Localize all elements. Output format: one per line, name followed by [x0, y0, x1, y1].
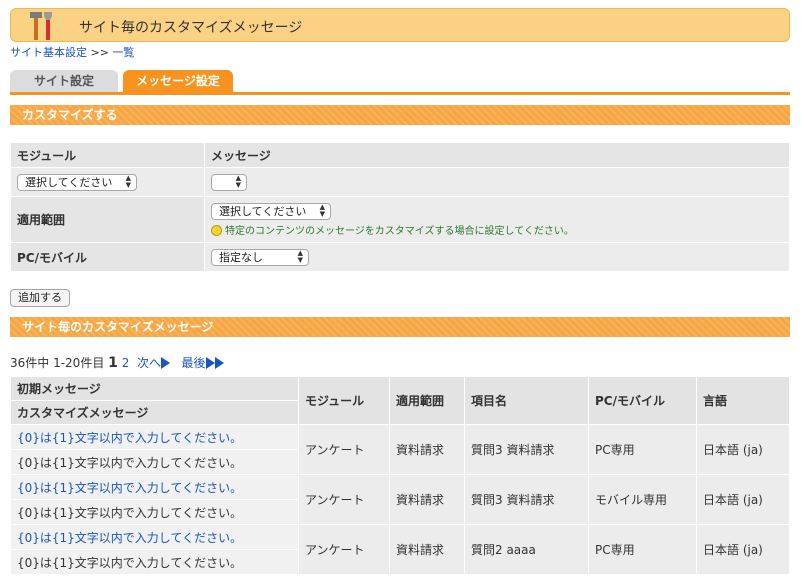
next-arrow-icon: [161, 357, 171, 369]
language-cell: 日本語 (ja): [696, 524, 790, 575]
table-row: {0}は{1}文字以内で入力してください。 アンケート 資料請求 質問2 aaa…: [10, 524, 790, 575]
col-item-name: 項目名: [464, 376, 589, 425]
language-cell: 日本語 (ja): [696, 424, 790, 475]
item-cell: 質問3 資料請求: [464, 474, 589, 525]
col-language: 言語: [696, 376, 790, 425]
select-arrows-icon: ▲ ▼: [297, 248, 303, 264]
module-label: モジュール: [10, 142, 205, 168]
initial-message-link[interactable]: {0}は{1}文字以内で入力してください。: [17, 531, 242, 545]
custom-message-cell: {0}は{1}文字以内で入力してください。: [10, 549, 299, 575]
item-cell: 質問2 aaaa: [464, 524, 589, 575]
table-row: {0}は{1}文字以内で入力してください。 アンケート 資料請求 質問3 資料請…: [10, 424, 790, 475]
customize-form: モジュール メッセージ 選択してください ▲ ▼ ▲ ▼ 適用範囲 選択してください…: [10, 142, 790, 272]
col-initial-message: 初期メッセージ: [10, 376, 299, 401]
language-cell: 日本語 (ja): [696, 474, 790, 525]
scope-cell: 資料請求: [389, 474, 465, 525]
last-arrow-icon: [205, 357, 215, 369]
breadcrumb-separator: >>: [90, 46, 109, 59]
custom-message-cell: {0}は{1}文字以内で入力してください。: [10, 449, 299, 475]
list-section-header: サイト毎のカスタマイズメッセージ: [10, 317, 790, 337]
select-arrows-icon: ▲ ▼: [235, 173, 241, 189]
custom-message-cell: {0}は{1}文字以内で入力してください。: [10, 499, 299, 525]
breadcrumb-site-settings[interactable]: サイト基本設定: [10, 46, 87, 59]
col-device: PC/モバイル: [588, 376, 697, 425]
page-header: サイト毎のカスタマイズメッセージ: [10, 8, 790, 42]
col-scope: 適用範囲: [389, 376, 465, 425]
last-arrow-icon: [214, 357, 224, 369]
module-select[interactable]: 選択してください ▲ ▼: [17, 173, 137, 191]
pager-next[interactable]: 次へ: [137, 356, 171, 370]
item-cell: 質問3 資料請求: [464, 424, 589, 475]
tab-message-settings[interactable]: メッセージ設定: [123, 70, 233, 92]
pager-last[interactable]: 最後: [181, 356, 224, 370]
device-cell: PC専用: [588, 424, 697, 475]
module-cell: アンケート: [298, 524, 390, 575]
scope-cell: 資料請求: [389, 524, 465, 575]
pager-page-2[interactable]: 2: [122, 356, 130, 370]
scope-hint: 特定のコンテンツのメッセージをカスタマイズする場合に設定してください。: [211, 222, 783, 237]
tab-site-settings[interactable]: サイト設定: [10, 70, 118, 92]
add-button[interactable]: 追加する: [10, 289, 70, 307]
lightbulb-icon: [211, 224, 222, 236]
device-cell: モバイル専用: [588, 474, 697, 525]
device-select[interactable]: 指定なし ▲ ▼: [211, 248, 309, 266]
customize-section-header: カスタマイズする: [10, 105, 790, 125]
breadcrumb-list[interactable]: 一覧: [112, 46, 134, 59]
pager-current-page: 1: [108, 355, 118, 371]
breadcrumb: サイト基本設定 >> 一覧: [10, 44, 134, 60]
message-label: メッセージ: [204, 142, 790, 168]
page-title: サイト毎のカスタマイズメッセージ: [79, 20, 303, 36]
initial-message-link[interactable]: {0}は{1}文字以内で入力してください。: [17, 481, 242, 495]
message-list-table: 初期メッセージ モジュール 適用範囲 項目名 PC/モバイル 言語 カスタマイズ…: [10, 376, 790, 575]
tools-icon: [30, 12, 52, 40]
select-arrows-icon: ▲ ▼: [125, 173, 131, 189]
col-module: モジュール: [298, 376, 390, 425]
tab-underline: [10, 92, 790, 95]
pager: 36件中 1-20件目 1 2 次へ 最後: [10, 354, 224, 371]
table-row: {0}は{1}文字以内で入力してください。 アンケート 資料請求 質問3 資料請…: [10, 474, 790, 525]
select-arrows-icon: ▲ ▼: [319, 202, 325, 218]
message-select[interactable]: ▲ ▼: [211, 173, 247, 191]
scope-select[interactable]: 選択してください ▲ ▼: [211, 202, 331, 220]
initial-message-link[interactable]: {0}は{1}文字以内で入力してください。: [17, 431, 242, 445]
module-cell: アンケート: [298, 424, 390, 475]
pager-summary: 36件中 1-20件目: [10, 356, 105, 370]
col-custom-message: カスタマイズメッセージ: [10, 400, 299, 425]
device-label: PC/モバイル: [10, 242, 205, 272]
module-cell: アンケート: [298, 474, 390, 525]
scope-label: 適用範囲: [10, 196, 205, 243]
scope-cell: 資料請求: [389, 424, 465, 475]
device-cell: PC専用: [588, 524, 697, 575]
